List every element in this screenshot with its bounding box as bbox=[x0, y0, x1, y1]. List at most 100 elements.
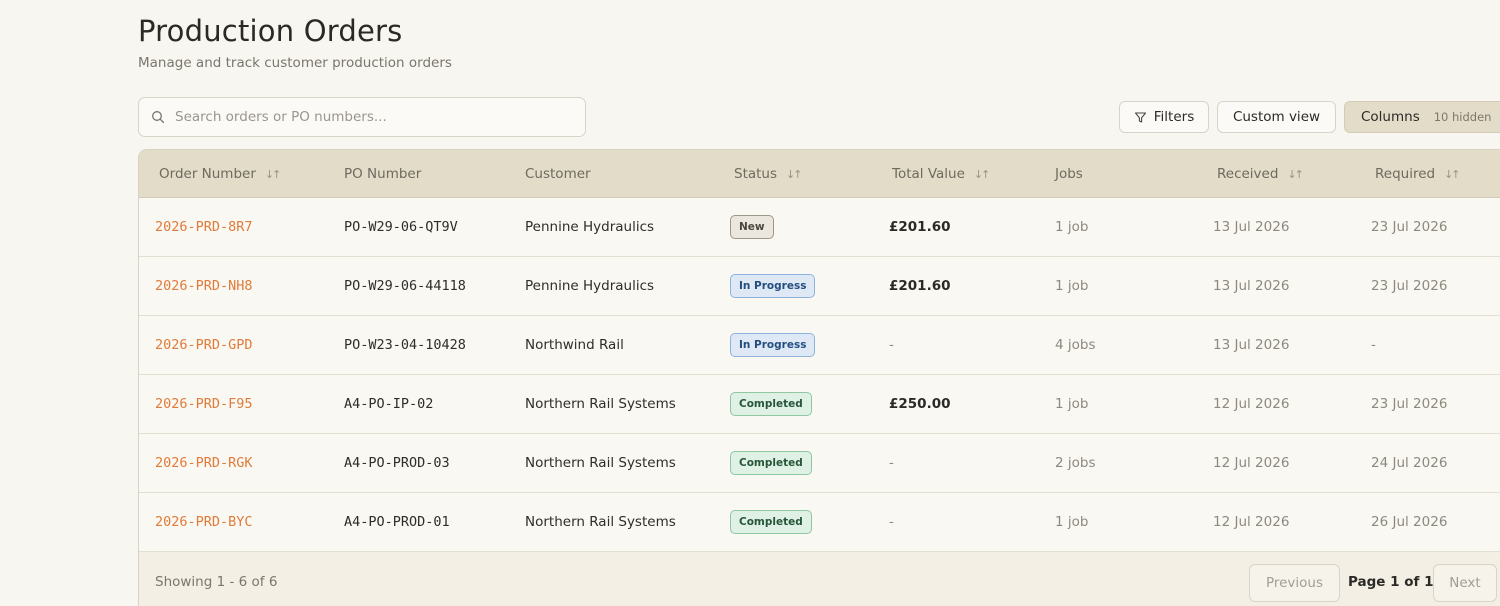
jobs-text: 2 jobs bbox=[1055, 455, 1096, 471]
jobs-text: 1 job bbox=[1055, 396, 1089, 412]
column-header-total-value[interactable]: Total Value ↓↑ bbox=[892, 150, 991, 198]
cell-required: 26 Jul 2026 bbox=[1371, 493, 1447, 551]
total-value-text: - bbox=[889, 455, 894, 471]
sort-arrows-icon[interactable]: ↓↑ bbox=[786, 168, 803, 181]
filters-label: Filters bbox=[1153, 109, 1195, 125]
cell-customer: Northern Rail Systems bbox=[525, 375, 676, 433]
cell-po-number: A4-PO-IP-02 bbox=[344, 375, 433, 433]
page-indicator: Page 1 of 1 bbox=[1348, 574, 1434, 590]
customer-text: Northwind Rail bbox=[525, 337, 624, 353]
required-text: 24 Jul 2026 bbox=[1371, 455, 1448, 471]
required-text: 23 Jul 2026 bbox=[1371, 219, 1448, 235]
order-number-text[interactable]: 2026-PRD-RGK bbox=[155, 455, 253, 471]
status-badge: Completed bbox=[730, 392, 812, 416]
cell-jobs: 1 job bbox=[1055, 257, 1088, 315]
cell-customer: Northwind Rail bbox=[525, 316, 624, 374]
table-header: Order Number ↓↑ PO Number Customer Status ↓↑ T… bbox=[139, 150, 1500, 198]
column-header-jobs: Jobs bbox=[1055, 150, 1083, 198]
po-number-text: PO-W23-04-10428 bbox=[344, 337, 466, 353]
order-number-text[interactable]: 2026-PRD-8R7 bbox=[155, 219, 253, 235]
total-value-text: £250.00 bbox=[889, 396, 951, 412]
cell-required: 23 Jul 2026 bbox=[1371, 375, 1447, 433]
cell-order-number[interactable]: 2026-PRD-F95 bbox=[155, 375, 253, 433]
previous-label: Previous bbox=[1265, 575, 1324, 591]
cell-jobs: 1 job bbox=[1055, 198, 1088, 256]
table-row[interactable]: 2026-PRD-RGK A4-PO-PROD-03 Northern Rail S… bbox=[139, 434, 1500, 493]
column-header-customer: Customer bbox=[525, 150, 591, 198]
total-value-text: £201.60 bbox=[889, 219, 951, 235]
search-box[interactable] bbox=[138, 97, 586, 137]
order-number-text[interactable]: 2026-PRD-NH8 bbox=[155, 278, 253, 294]
received-text: 12 Jul 2026 bbox=[1213, 455, 1290, 471]
po-number-text: A4-PO-IP-02 bbox=[344, 396, 434, 412]
search-input[interactable] bbox=[175, 109, 555, 125]
table-row[interactable]: 2026-PRD-8R7 PO-W29-06-QT9V Pennine Hydrau… bbox=[139, 198, 1500, 257]
column-header-label: Customer bbox=[525, 166, 591, 182]
cell-required: 24 Jul 2026 bbox=[1371, 434, 1447, 492]
order-number-text[interactable]: 2026-PRD-GPD bbox=[155, 337, 253, 353]
sort-arrows-icon[interactable]: ↓↑ bbox=[1444, 168, 1461, 181]
column-header-required[interactable]: Required ↓↑ bbox=[1375, 150, 1461, 198]
filter-icon bbox=[1134, 111, 1147, 124]
column-header-label: Jobs bbox=[1055, 166, 1083, 182]
customer-text: Northern Rail Systems bbox=[525, 514, 676, 530]
jobs-text: 1 job bbox=[1055, 514, 1089, 530]
cell-order-number[interactable]: 2026-PRD-GPD bbox=[155, 316, 253, 374]
search-icon bbox=[151, 110, 165, 124]
cell-po-number: A4-PO-PROD-03 bbox=[344, 434, 450, 492]
sort-arrows-icon[interactable]: ↓↑ bbox=[974, 168, 991, 181]
column-header-po-number: PO Number bbox=[344, 150, 421, 198]
column-header-received[interactable]: Received ↓↑ bbox=[1217, 150, 1304, 198]
order-number-text[interactable]: 2026-PRD-F95 bbox=[155, 396, 253, 412]
showing-count: Showing 1 - 6 of 6 bbox=[155, 574, 278, 590]
cell-total-value: £250.00 bbox=[889, 375, 951, 433]
cell-order-number[interactable]: 2026-PRD-NH8 bbox=[155, 257, 253, 315]
status-badge: In Progress bbox=[730, 333, 816, 357]
page-subtitle: Manage and track customer production ord… bbox=[138, 55, 452, 71]
cell-required: 23 Jul 2026 bbox=[1371, 198, 1447, 256]
table-row[interactable]: 2026-PRD-F95 A4-PO-IP-02 Northern Rail Sys… bbox=[139, 375, 1500, 434]
cell-customer: Northern Rail Systems bbox=[525, 434, 676, 492]
cell-received: 12 Jul 2026 bbox=[1213, 434, 1289, 492]
cell-customer: Pennine Hydraulics bbox=[525, 198, 654, 256]
cell-po-number: PO-W23-04-10428 bbox=[344, 316, 466, 374]
cell-received: 12 Jul 2026 bbox=[1213, 493, 1289, 551]
cell-order-number[interactable]: 2026-PRD-BYC bbox=[155, 493, 253, 551]
cell-total-value: £201.60 bbox=[889, 257, 951, 315]
next-page-button[interactable]: Next bbox=[1433, 564, 1497, 602]
column-header-label: Received bbox=[1217, 166, 1279, 182]
sort-arrows-icon[interactable]: ↓↑ bbox=[265, 168, 282, 181]
cell-order-number[interactable]: 2026-PRD-8R7 bbox=[155, 198, 253, 256]
cell-required: - bbox=[1371, 316, 1376, 374]
order-number-text[interactable]: 2026-PRD-BYC bbox=[155, 514, 253, 530]
column-header-status[interactable]: Status ↓↑ bbox=[734, 150, 803, 198]
column-header-order-number[interactable]: Order Number ↓↑ bbox=[159, 150, 282, 198]
required-text: 23 Jul 2026 bbox=[1371, 278, 1448, 294]
filters-button[interactable]: Filters bbox=[1119, 101, 1209, 133]
column-header-label: Order Number bbox=[159, 166, 256, 182]
cell-order-number[interactable]: 2026-PRD-RGK bbox=[155, 434, 253, 492]
table-footer: Showing 1 - 6 of 6 Previous Page 1 of 1 … bbox=[139, 552, 1500, 606]
cell-jobs: 1 job bbox=[1055, 493, 1088, 551]
table-row[interactable]: 2026-PRD-BYC A4-PO-PROD-01 Northern Rail S… bbox=[139, 493, 1500, 552]
received-text: 13 Jul 2026 bbox=[1213, 278, 1290, 294]
customer-text: Pennine Hydraulics bbox=[525, 278, 655, 294]
jobs-text: 1 job bbox=[1055, 219, 1089, 235]
page-title: Production Orders bbox=[138, 14, 403, 48]
custom-view-button[interactable]: Custom view bbox=[1217, 101, 1336, 133]
columns-button[interactable]: Columns 10 hidden bbox=[1344, 101, 1500, 133]
cell-total-value: £201.60 bbox=[889, 198, 951, 256]
column-header-label: Required bbox=[1375, 166, 1436, 182]
cell-total-value: - bbox=[889, 493, 894, 551]
previous-page-button[interactable]: Previous bbox=[1249, 564, 1340, 602]
customer-text: Pennine Hydraulics bbox=[525, 219, 655, 235]
table-row[interactable]: 2026-PRD-GPD PO-W23-04-10428 Northwind Rai… bbox=[139, 316, 1500, 375]
received-text: 13 Jul 2026 bbox=[1213, 337, 1290, 353]
cell-jobs: 4 jobs bbox=[1055, 316, 1096, 374]
cell-po-number: PO-W29-06-QT9V bbox=[344, 198, 458, 256]
jobs-text: 4 jobs bbox=[1055, 337, 1096, 353]
po-number-text: A4-PO-PROD-01 bbox=[344, 514, 450, 530]
table-row[interactable]: 2026-PRD-NH8 PO-W29-06-44118 Pennine Hydra… bbox=[139, 257, 1500, 316]
total-value-text: - bbox=[889, 514, 894, 530]
sort-arrows-icon[interactable]: ↓↑ bbox=[1287, 168, 1304, 181]
